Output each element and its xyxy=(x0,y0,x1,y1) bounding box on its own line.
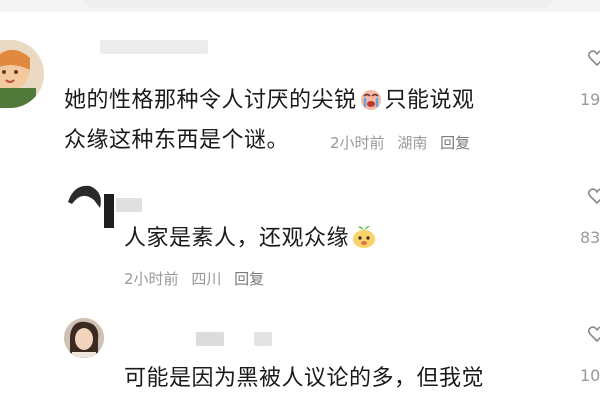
username[interactable] xyxy=(100,40,208,54)
top-bar xyxy=(0,0,600,12)
username[interactable] xyxy=(196,332,224,346)
avatar-illustration xyxy=(64,318,104,358)
avatar[interactable] xyxy=(64,182,104,222)
comment-text-line1: 她的性格那种令人讨厌的尖锐 只能说观 xyxy=(64,84,475,118)
comment-location: 湖南 xyxy=(397,134,428,152)
avatar-illustration xyxy=(68,185,101,208)
heart-icon[interactable] xyxy=(588,50,600,66)
sprout-bun-emoji xyxy=(351,223,376,248)
crying-face-emoji xyxy=(359,87,383,111)
comment-text-part2: 只能说观 xyxy=(384,88,475,113)
like-count: 83 xyxy=(580,228,600,247)
reply-button[interactable]: 回复 xyxy=(440,134,470,152)
heart-icon[interactable] xyxy=(588,188,600,204)
heart-icon[interactable] xyxy=(588,326,600,342)
reply-meta: 2小时前 四川 回复 xyxy=(124,268,272,289)
reply-location: 四川 xyxy=(191,270,222,288)
reply-text-line1: 人家是素人，还观众缘 xyxy=(124,222,377,256)
comment-time: 2小时前 xyxy=(330,134,385,152)
reply-text-line1: 可能是因为黑被人议论的多，但我觉 xyxy=(124,366,485,391)
username-2 xyxy=(254,332,272,346)
avatar[interactable] xyxy=(0,40,44,108)
avatar-illustration xyxy=(0,40,44,108)
comment-text-line2: 众缘这种东西是个谜。 xyxy=(64,128,290,153)
reply-text: 人家是素人，还观众缘 xyxy=(124,226,350,251)
comment-text-part1: 她的性格那种令人讨厌的尖锐 xyxy=(64,88,357,113)
reply-time: 2小时前 xyxy=(124,270,179,288)
like-count: 10 xyxy=(580,366,600,385)
avatar[interactable] xyxy=(64,318,104,358)
reply-button[interactable]: 回复 xyxy=(234,270,264,288)
comment-meta: 2小时前 湖南 回复 xyxy=(330,132,478,153)
username-redacted-2 xyxy=(116,198,142,212)
comment-input[interactable] xyxy=(84,0,554,8)
username-redacted[interactable] xyxy=(104,194,114,228)
like-count: 19 xyxy=(580,90,600,109)
